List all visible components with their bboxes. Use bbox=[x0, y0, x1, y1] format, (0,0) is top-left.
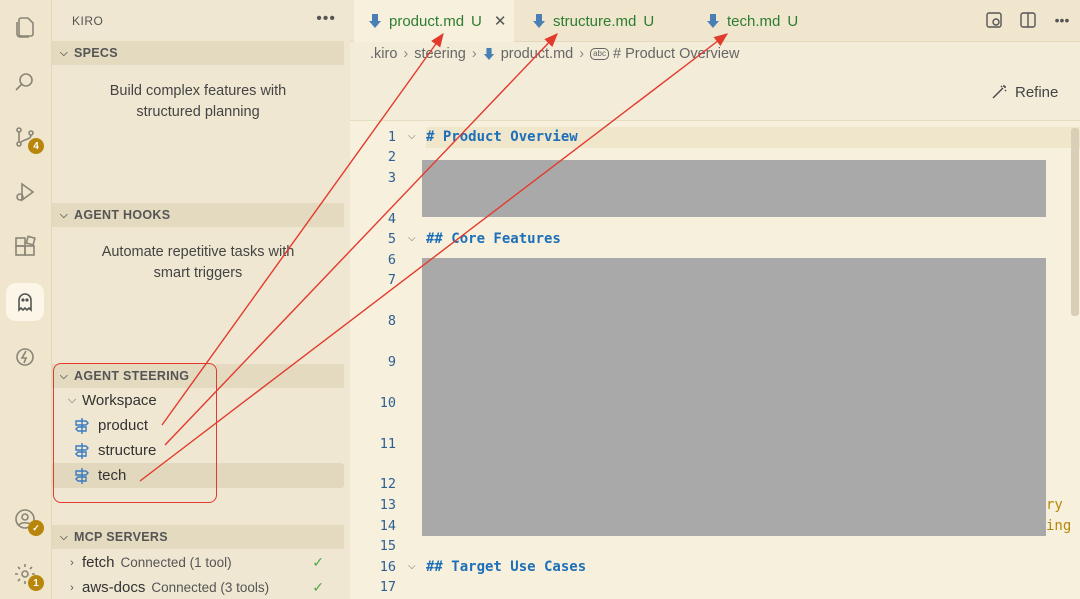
tab-actions: ••• bbox=[984, 10, 1072, 30]
agent-hooks-section-header[interactable]: ⌵ AGENT HOOKS bbox=[52, 203, 344, 227]
markdown-file-icon bbox=[369, 14, 381, 28]
split-editor-icon[interactable] bbox=[1018, 10, 1038, 30]
breadcrumb-symbol[interactable]: # Product Overview bbox=[613, 46, 740, 62]
check-icon: ✓ bbox=[312, 579, 324, 595]
fold-chevron-icon[interactable]: ⌵ bbox=[408, 233, 416, 244]
code-heading-target-use-cases[interactable]: ## Target Use Cases bbox=[426, 557, 586, 578]
mcp-server-fetch[interactable]: › fetch Connected (1 tool) ✓ bbox=[52, 550, 344, 575]
line-number: 2 bbox=[387, 149, 396, 165]
mcp-servers-section-header[interactable]: ⌵ MCP SERVERS bbox=[52, 525, 344, 549]
settings-badge: 1 bbox=[28, 575, 44, 591]
breadcrumb: .kiro › steering › product.md › abc # Pr… bbox=[370, 44, 740, 64]
line-number: 13 bbox=[379, 497, 396, 513]
chevron-right-icon: › bbox=[70, 556, 74, 569]
line-number: 15 bbox=[379, 538, 396, 554]
refine-button[interactable]: Refine bbox=[990, 83, 1058, 101]
annotation-box bbox=[53, 363, 217, 503]
symbol-string-icon: abc bbox=[590, 48, 609, 60]
line-number: 9 bbox=[387, 354, 396, 370]
chevron-down-icon: ⌵ bbox=[60, 209, 68, 221]
line-number: 4 bbox=[387, 211, 396, 227]
breadcrumb-root[interactable]: .kiro bbox=[370, 46, 397, 62]
chevron-right-icon: › bbox=[471, 46, 477, 62]
source-control-badge: 4 bbox=[28, 138, 44, 154]
fold-chevron-icon[interactable]: ⌵ bbox=[408, 131, 416, 142]
chevron-down-icon: ⌵ bbox=[60, 531, 68, 543]
chevron-down-icon: ⌵ bbox=[60, 47, 68, 59]
line-number: 8 bbox=[387, 313, 396, 329]
magic-wand-icon bbox=[992, 85, 1007, 99]
account-icon[interactable]: ✓ bbox=[6, 500, 44, 538]
mcp-server-aws-docs[interactable]: › aws-docs Connected (3 tools) ✓ bbox=[52, 575, 344, 599]
more-actions-icon[interactable]: ••• bbox=[316, 10, 336, 28]
open-preview-icon[interactable] bbox=[984, 10, 1004, 30]
editor-scrollbar[interactable] bbox=[1071, 128, 1079, 316]
clipped-code-text: ry bbox=[1046, 497, 1063, 513]
tab-structure-md[interactable]: structure.md U bbox=[518, 0, 688, 42]
line-number: 11 bbox=[379, 436, 396, 452]
specs-description: Build complex features with structured p… bbox=[109, 83, 287, 120]
redacted-block bbox=[422, 258, 1046, 536]
search-icon[interactable] bbox=[6, 63, 44, 101]
hooks-description: Automate repetitive tasks with smart tri… bbox=[101, 244, 295, 281]
tab-product-md[interactable]: product.md U ✕ bbox=[354, 0, 514, 42]
chevron-right-icon: › bbox=[403, 46, 409, 62]
line-number: 12 bbox=[379, 476, 396, 492]
redacted-block bbox=[422, 160, 1046, 217]
line-number: 16 bbox=[379, 559, 396, 575]
check-icon: ✓ bbox=[312, 554, 324, 570]
breadcrumb-file[interactable]: product.md bbox=[501, 46, 574, 62]
close-tab-icon[interactable]: ✕ bbox=[494, 12, 507, 30]
line-number: 10 bbox=[379, 395, 396, 411]
more-editor-actions-icon[interactable]: ••• bbox=[1052, 10, 1072, 30]
run-debug-icon[interactable] bbox=[6, 173, 44, 211]
tab-tech-md[interactable]: tech.md U bbox=[692, 0, 830, 42]
activity-bar: 4 ✓ 1 bbox=[0, 0, 52, 599]
line-number: 17 bbox=[379, 579, 396, 595]
clipped-code-text: ing bbox=[1046, 518, 1072, 534]
account-check-badge: ✓ bbox=[28, 520, 44, 536]
mcp-lightning-icon[interactable] bbox=[6, 338, 44, 376]
chevron-right-icon: › bbox=[579, 46, 585, 62]
line-number: 6 bbox=[387, 252, 396, 268]
source-control-icon[interactable]: 4 bbox=[6, 118, 44, 156]
markdown-file-icon bbox=[707, 14, 719, 28]
line-number: 3 bbox=[387, 170, 396, 186]
explorer-icon[interactable] bbox=[6, 8, 44, 46]
chevron-right-icon: › bbox=[70, 581, 74, 594]
code-heading-product-overview[interactable]: # Product Overview bbox=[426, 127, 1080, 148]
kiro-sidebar: KIRO ••• ⌵ SPECS Build complex features … bbox=[52, 0, 350, 599]
sidebar-title: KIRO bbox=[72, 14, 104, 28]
line-number: 5 bbox=[387, 231, 396, 247]
specs-section-header[interactable]: ⌵ SPECS bbox=[52, 41, 344, 65]
markdown-file-icon bbox=[483, 48, 494, 60]
line-number: 1 bbox=[387, 129, 396, 145]
breadcrumb-folder[interactable]: steering bbox=[414, 46, 466, 62]
line-number: 7 bbox=[387, 272, 396, 288]
markdown-file-icon bbox=[533, 14, 545, 28]
settings-gear-icon[interactable]: 1 bbox=[6, 555, 44, 593]
kiro-ghost-icon[interactable] bbox=[6, 283, 44, 321]
fold-chevron-icon[interactable]: ⌵ bbox=[408, 561, 416, 572]
editor-tab-bar: product.md U ✕ structure.md U tech.md U … bbox=[350, 0, 1080, 42]
line-number: 14 bbox=[379, 518, 396, 534]
code-heading-core-features[interactable]: ## Core Features bbox=[426, 229, 561, 250]
extensions-icon[interactable] bbox=[6, 228, 44, 266]
